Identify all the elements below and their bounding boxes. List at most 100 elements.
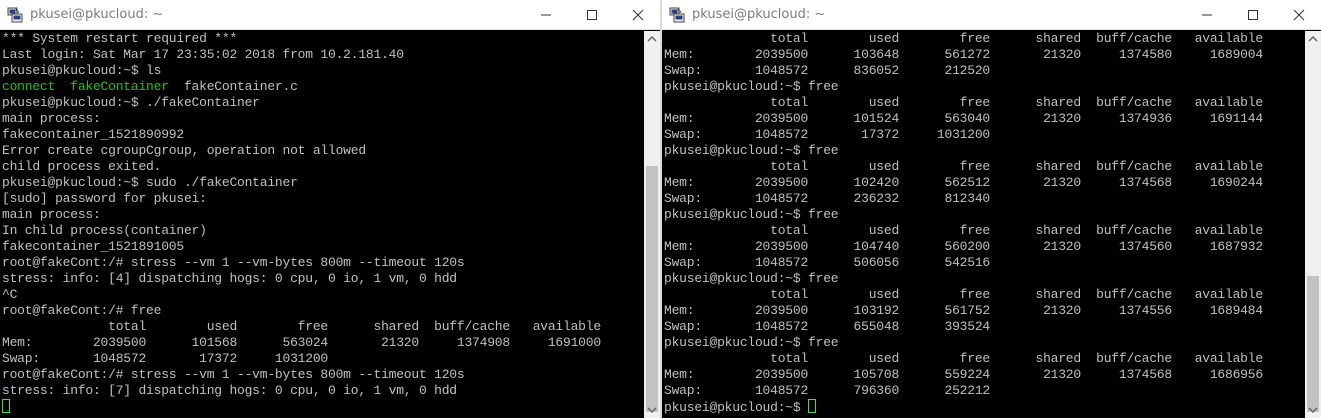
terminal-line: Mem: 2039500 104740 560200 21320 1374560… [664, 239, 1305, 255]
close-button[interactable] [1275, 0, 1321, 30]
terminal-text: total used free shared buff/cache availa… [664, 95, 1263, 110]
terminal-text: In child process(container) [2, 223, 207, 238]
terminal-line: Last login: Sat Mar 17 23:35:02 2018 fro… [2, 47, 644, 63]
scrollbar-thumb[interactable] [646, 166, 658, 412]
minimize-icon [541, 14, 551, 16]
terminal-line: total used free shared buff/cache availa… [664, 95, 1305, 111]
terminal-text: root@fakeCont:/# stress --vm 1 --vm-byte… [2, 367, 465, 382]
title-bar[interactable]: pkusei@pkucloud: ~ [662, 0, 1321, 30]
terminal-line: Mem: 2039500 101568 563024 21320 1374908… [2, 335, 644, 351]
terminal-line: total used free shared buff/cache availa… [664, 287, 1305, 303]
close-icon [1293, 9, 1305, 21]
window-title: pkusei@pkucloud: ~ [692, 7, 826, 22]
terminal-text: Swap: 1048572 17372 1031200 [664, 127, 990, 142]
terminal-line: pkusei@pkucloud:~$ ./fakeContainer [2, 95, 644, 111]
terminal-text: child process exited. [2, 159, 162, 174]
terminal-window-left[interactable]: pkusei@pkucloud: ~ *** System restart re… [0, 0, 660, 418]
maximize-button[interactable] [1229, 0, 1275, 30]
terminal-text: Mem: 2039500 102420 562512 21320 1374568… [664, 175, 1263, 190]
terminal-line: Swap: 1048572 655048 393524 [664, 319, 1305, 335]
terminal-line: Mem: 2039500 103648 561272 21320 1374580… [664, 47, 1305, 63]
terminal-text: Mem: 2039500 101524 563040 21320 1374936… [664, 111, 1263, 126]
terminal-text: pkusei@pkucloud:~$ free [664, 207, 839, 222]
putty-icon[interactable] [7, 7, 23, 23]
terminal-line: Swap: 1048572 236232 812340 [664, 191, 1305, 207]
terminal-text: Mem: 2039500 103648 561272 21320 1374580… [664, 47, 1263, 62]
terminal-line: connect fakeContainer fakeContainer.c [2, 79, 644, 95]
terminal-line: main process: [2, 207, 644, 223]
terminal-line: Swap: 1048572 836052 212520 [664, 63, 1305, 79]
scroll-up-icon[interactable] [644, 31, 660, 47]
terminal-line: stress: info: [4] dispatching hogs: 0 cp… [2, 271, 644, 287]
terminal-line: Mem: 2039500 105708 559224 21320 1374568… [664, 367, 1305, 383]
minimize-button[interactable] [1183, 0, 1229, 30]
terminal-line: pkusei@pkucloud:~$ sudo ./fakeContainer [2, 175, 644, 191]
terminal-text: stress: info: [4] dispatching hogs: 0 cp… [2, 271, 457, 286]
text-cursor [2, 399, 10, 413]
terminal-output[interactable]: total used free shared buff/cache availa… [664, 31, 1305, 416]
terminal-text: Mem: 2039500 101568 563024 21320 1374908… [2, 335, 601, 350]
terminal-text: main process: [2, 111, 101, 126]
terminal-line: Swap: 1048572 17372 1031200 [2, 351, 644, 367]
terminal-line: In child process(container) [2, 223, 644, 239]
title-bar[interactable]: pkusei@pkucloud: ~ [0, 0, 660, 30]
scroll-down-icon[interactable] [644, 402, 660, 418]
terminal-line: total used free shared buff/cache availa… [664, 223, 1305, 239]
terminal-line: [sudo] password for pkusei: [2, 191, 644, 207]
terminal-line: fakecontainer_1521891005 [2, 239, 644, 255]
terminal-line: *** System restart required *** [2, 31, 644, 47]
terminal-line: Swap: 1048572 17372 1031200 [664, 127, 1305, 143]
scrollbar-thumb[interactable] [1307, 276, 1319, 412]
terminal-line: main process: [2, 111, 644, 127]
terminal-text: pkusei@pkucloud:~$ free [664, 271, 839, 286]
terminal-line: root@fakeCont:/# stress --vm 1 --vm-byte… [2, 255, 644, 271]
minimize-button[interactable] [522, 0, 568, 30]
terminal-line: stress: info: [7] dispatching hogs: 0 cp… [2, 383, 644, 399]
terminal-line: total used free shared buff/cache availa… [664, 351, 1305, 367]
terminal-text: total used free shared buff/cache availa… [664, 223, 1263, 238]
terminal-text: Swap: 1048572 236232 812340 [664, 191, 990, 206]
scroll-up-icon[interactable] [1305, 31, 1321, 47]
terminal-text: Error create cgroupCgroup, operation not… [2, 143, 366, 158]
executable-name: connect fakeContainer [2, 79, 169, 94]
terminal-text: fakecontainer_1521891005 [2, 239, 184, 254]
window-title: pkusei@pkucloud: ~ [30, 7, 164, 22]
terminal-text: Swap: 1048572 796360 252212 [664, 383, 990, 398]
terminal-text: fakeContainer.c [168, 79, 298, 94]
terminal-line [2, 399, 644, 415]
putty-icon[interactable] [669, 7, 685, 23]
terminal-text: ^C [2, 287, 18, 302]
terminal-text: root@fakeCont:/# free [2, 303, 162, 318]
terminal-text: pkusei@pkucloud:~$ [664, 400, 809, 415]
terminal-text: Swap: 1048572 836052 212520 [664, 63, 990, 78]
scroll-down-icon[interactable] [1305, 402, 1321, 418]
terminal-text: total used free shared buff/cache availa… [2, 319, 601, 334]
terminal-text: pkusei@pkucloud:~$ ls [2, 63, 162, 78]
terminal-text: main process: [2, 207, 101, 222]
close-button[interactable] [614, 0, 660, 30]
terminal-text: Mem: 2039500 105708 559224 21320 1374568… [664, 367, 1263, 382]
text-cursor [808, 399, 817, 413]
terminal-text: pkusei@pkucloud:~$ ./fakeContainer [2, 95, 260, 110]
terminal-text: Swap: 1048572 506056 542516 [664, 255, 990, 270]
terminal-line: Mem: 2039500 103192 561752 21320 1374556… [664, 303, 1305, 319]
terminal-text: total used free shared buff/cache availa… [664, 287, 1263, 302]
maximize-button[interactable] [568, 0, 614, 30]
terminal-text: Swap: 1048572 655048 393524 [664, 319, 990, 334]
terminal-text: *** System restart required *** [2, 31, 238, 46]
terminal-window-right[interactable]: pkusei@pkucloud: ~ total used free share… [662, 0, 1321, 418]
terminal-line: Error create cgroupCgroup, operation not… [2, 143, 644, 159]
scrollbar[interactable] [644, 31, 660, 418]
terminal-text: pkusei@pkucloud:~$ free [664, 79, 839, 94]
terminal-text: Mem: 2039500 103192 561752 21320 1374556… [664, 303, 1263, 318]
terminal-line: Swap: 1048572 506056 542516 [664, 255, 1305, 271]
terminal-output[interactable]: *** System restart required *** Last logi… [2, 31, 644, 416]
terminal-line: ^C [2, 287, 644, 303]
scrollbar[interactable] [1305, 31, 1321, 418]
terminal-text: root@fakeCont:/# stress --vm 1 --vm-byte… [2, 255, 465, 270]
terminal-text: total used free shared buff/cache availa… [664, 159, 1263, 174]
minimize-icon [1202, 14, 1212, 16]
terminal-line: fakecontainer_1521890992 [2, 127, 644, 143]
terminal-text: stress: info: [7] dispatching hogs: 0 cp… [2, 383, 457, 398]
terminal-line: pkusei@pkucloud:~$ free [664, 207, 1305, 223]
